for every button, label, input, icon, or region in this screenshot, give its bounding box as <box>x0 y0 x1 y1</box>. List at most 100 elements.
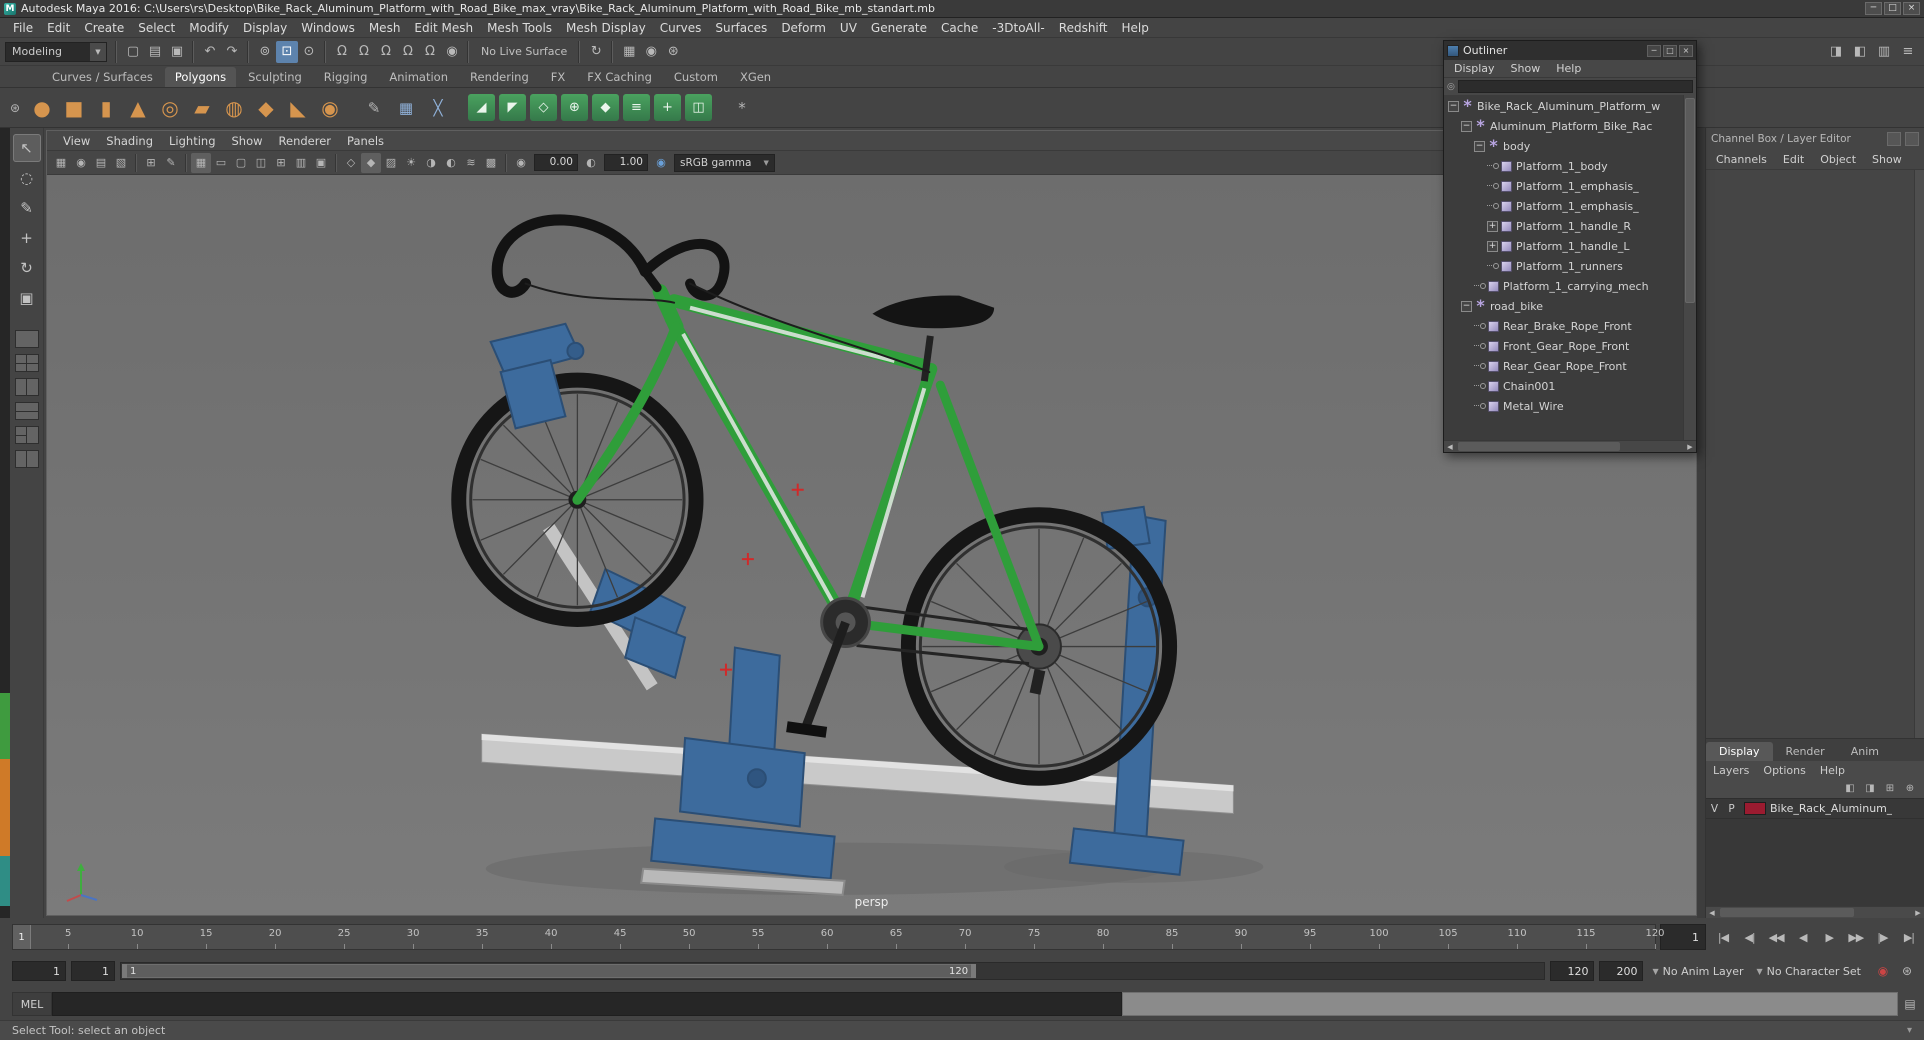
poly-sphere-icon[interactable]: ● <box>26 92 58 124</box>
scroll-right-icon[interactable]: ▶ <box>1684 443 1696 451</box>
collapse-icon[interactable]: − <box>1448 100 1459 112</box>
range-end-handle[interactable] <box>971 964 977 978</box>
filter-icon[interactable]: ◎ <box>1447 82 1455 92</box>
shelf-tab-xgen[interactable]: XGen <box>730 67 781 87</box>
select-by-component-icon[interactable]: ⊙ <box>298 41 320 63</box>
poly-torus-icon[interactable]: ◎ <box>154 92 186 124</box>
select-camera-icon[interactable]: ▦ <box>51 153 71 173</box>
layer-visibility-icon[interactable]: ◨ <box>1862 782 1878 796</box>
menu-curves[interactable]: Curves <box>653 18 709 38</box>
playback-end-field[interactable]: 120 <box>1550 961 1595 981</box>
outliner-vertical-scrollbar[interactable] <box>1683 95 1696 440</box>
menu-mesh[interactable]: Mesh <box>362 18 408 38</box>
collapse-icon[interactable]: − <box>1461 120 1472 132</box>
rotate-tool[interactable]: ↻ <box>13 254 41 282</box>
exposure-field[interactable]: 0.00 <box>534 154 578 171</box>
channelbox-menu-object[interactable]: Object <box>1812 150 1864 169</box>
construction-history-icon[interactable]: ↻ <box>585 41 607 63</box>
layer-tab-anim[interactable]: Anim <box>1838 742 1892 761</box>
snap-to-curve-icon[interactable]: Ω <box>353 41 375 63</box>
multi-cut-icon[interactable]: ╳ <box>422 92 454 124</box>
extrude-icon[interactable]: ⊕ <box>561 94 588 121</box>
poly-platonic-icon[interactable]: ◆ <box>250 92 282 124</box>
menu-file[interactable]: File <box>6 18 40 38</box>
scroll-left-icon[interactable]: ◀ <box>1444 443 1456 451</box>
range-start-handle[interactable] <box>122 964 127 978</box>
camera-bookmarks-icon[interactable]: ▤ <box>91 153 111 173</box>
menu-mesh-display[interactable]: Mesh Display <box>559 18 653 38</box>
poly-helix-icon[interactable]: ◉ <box>314 92 346 124</box>
color-management-icon[interactable]: ◉ <box>651 153 671 173</box>
scale-tool[interactable]: ▣ <box>13 284 41 312</box>
toggle-tool-settings-icon[interactable]: ◧ <box>1849 41 1871 63</box>
menu-3dtoall[interactable]: -3DtoAll- <box>985 18 1051 38</box>
channelbox-menu-show[interactable]: Show <box>1864 150 1910 169</box>
outliner-titlebar[interactable]: Outliner ─ □ × <box>1444 41 1696 60</box>
workspace-icon[interactable]: ≡ <box>1897 41 1919 63</box>
outliner-maximize-button[interactable]: □ <box>1663 44 1677 57</box>
menu-surfaces[interactable]: Surfaces <box>708 18 774 38</box>
close-button[interactable]: × <box>1903 2 1920 15</box>
four-pane-layout[interactable] <box>14 354 39 372</box>
layer-menu-options[interactable]: Options <box>1756 761 1812 780</box>
minimize-button[interactable]: ─ <box>1865 2 1882 15</box>
animation-end-field[interactable]: 200 <box>1599 961 1644 981</box>
layer-tab-display[interactable]: Display <box>1706 742 1773 761</box>
shadows-icon[interactable]: ◑ <box>421 153 441 173</box>
layer-tab-render[interactable]: Render <box>1773 742 1838 761</box>
separate-icon[interactable]: ◤ <box>499 94 526 121</box>
render-settings-icon[interactable]: ⊛ <box>662 41 684 63</box>
auto-keyframe-icon[interactable]: ◉ <box>1874 962 1892 980</box>
two-pane-side-layout[interactable] <box>14 378 39 396</box>
render-icon[interactable]: ▦ <box>618 41 640 63</box>
outliner-item-front-gear-rope-front[interactable]: Front_Gear_Rope_Front <box>1444 336 1683 356</box>
menu-cache[interactable]: Cache <box>934 18 985 38</box>
outliner-item-rear-gear-rope-front[interactable]: Rear_Gear_Rope_Front <box>1444 356 1683 376</box>
road-bike-crankset[interactable] <box>786 596 872 738</box>
select-tool[interactable]: ↖ <box>12 134 41 162</box>
bevel-icon[interactable]: ◆ <box>592 94 619 121</box>
help-line-toggle-icon[interactable]: ▾ <box>1907 1025 1912 1036</box>
layer-color-swatch[interactable] <box>1744 802 1766 815</box>
safe-title-icon[interactable]: ▣ <box>311 153 331 173</box>
outliner-item-platform-1-emphasis[interactable]: Platform_1_emphasis_ <box>1444 196 1683 216</box>
layer-menu-layers[interactable]: Layers <box>1706 761 1756 780</box>
select-by-object-icon[interactable]: ⊡ <box>276 40 298 63</box>
redo-icon[interactable]: ↷ <box>221 41 243 63</box>
time-slider-playhead[interactable]: 1 <box>13 925 31 949</box>
panel-menu-lighting[interactable]: Lighting <box>161 134 223 148</box>
view-transform-select[interactable]: sRGB gamma ▼ <box>674 153 775 172</box>
menu-redshift[interactable]: Redshift <box>1052 18 1115 38</box>
menu-edit-mesh[interactable]: Edit Mesh <box>407 18 480 38</box>
menu-modify[interactable]: Modify <box>182 18 236 38</box>
move-tool[interactable]: + <box>13 224 41 252</box>
shelf-tab-sculpting[interactable]: Sculpting <box>238 67 312 87</box>
three-pane-layout[interactable] <box>14 426 39 444</box>
layer-visible-toggle[interactable]: V <box>1706 803 1723 815</box>
gate-mask-icon[interactable]: ◫ <box>251 153 271 173</box>
camera-attributes-icon[interactable]: ◉ <box>71 153 91 173</box>
screen-space-ao-icon[interactable]: ◐ <box>441 153 461 173</box>
motion-blur-icon[interactable]: ≋ <box>461 153 481 173</box>
outliner-horizontal-scrollbar[interactable]: ◀ ▶ <box>1444 440 1696 452</box>
outliner-item-aluminum-platform-bike-rac[interactable]: − * Aluminum_Platform_Bike_Rac <box>1444 116 1683 136</box>
two-pane-stacked-layout[interactable] <box>14 402 39 420</box>
panel-menu-renderer[interactable]: Renderer <box>271 134 340 148</box>
new-empty-layer-icon[interactable]: ⊞ <box>1882 782 1898 796</box>
grease-pencil-icon[interactable]: ✎ <box>161 153 181 173</box>
snap-to-projected-center-icon[interactable]: Ω <box>397 41 419 63</box>
anim-layer-select[interactable]: ▼ No Anim Layer <box>1648 965 1747 978</box>
go-to-end-button[interactable]: ▶| <box>1898 931 1920 944</box>
toggle-attribute-editor-icon[interactable]: ◨ <box>1825 41 1847 63</box>
shelf-menu-icon[interactable]: ⊛ <box>4 92 26 124</box>
anti-alias-icon[interactable]: ▩ <box>481 153 501 173</box>
panel-menu-panels[interactable]: Panels <box>339 134 392 148</box>
layer-row[interactable]: V P Bike_Rack_Aluminum_ <box>1706 799 1924 819</box>
single-pane-layout[interactable] <box>14 330 39 348</box>
menu-deform[interactable]: Deform <box>774 18 833 38</box>
channel-box-tab-icon[interactable] <box>1887 132 1901 146</box>
collapse-icon[interactable]: − <box>1474 140 1485 152</box>
outliner-item-platform-1-body[interactable]: Platform_1_body <box>1444 156 1683 176</box>
outliner-menu-help[interactable]: Help <box>1548 62 1589 75</box>
menu-generate[interactable]: Generate <box>864 18 934 38</box>
